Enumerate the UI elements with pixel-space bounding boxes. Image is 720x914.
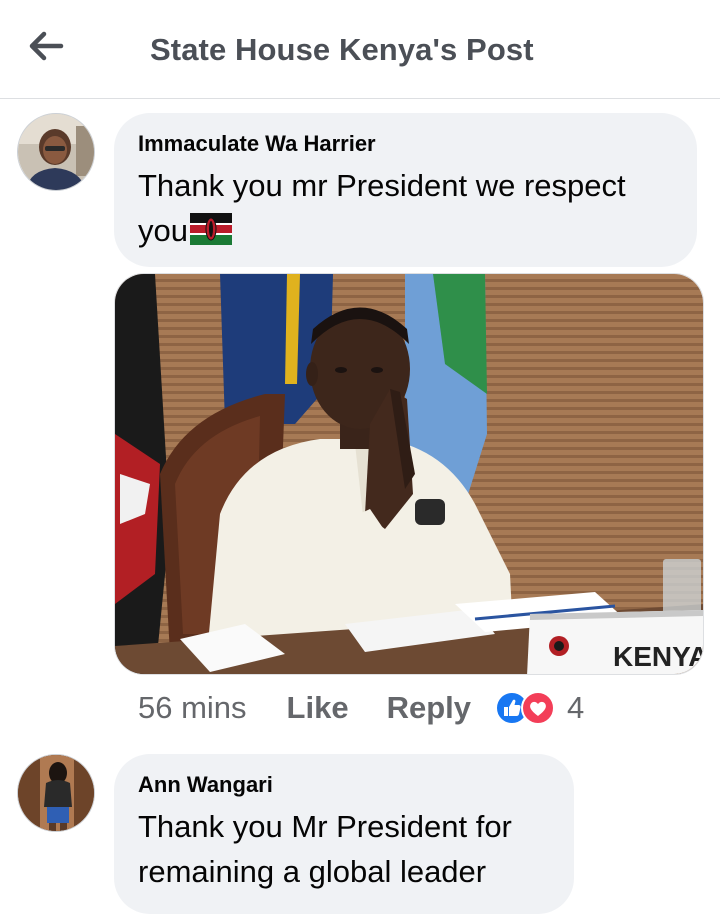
- comment-text-line: Thank you Mr President for: [138, 809, 512, 844]
- back-button[interactable]: [26, 26, 66, 66]
- comment-text-line: remaining a global leader: [138, 854, 487, 889]
- name-plate-text: KENYA: [613, 641, 704, 672]
- like-button[interactable]: Like: [287, 690, 349, 726]
- kenya-flag-icon: [189, 213, 232, 245]
- comment-text: Thank you mr President we respect you: [138, 163, 673, 253]
- comment-text-line: Thank you mr President we respect: [138, 168, 626, 203]
- reaction-count: 4: [567, 690, 585, 725]
- comment-text-line: you: [138, 213, 188, 248]
- comment-author[interactable]: Ann Wangari: [138, 772, 550, 798]
- comment-bubble: Ann Wangari Thank you Mr President for r…: [114, 754, 574, 914]
- avatar[interactable]: [17, 113, 95, 191]
- reply-button[interactable]: Reply: [387, 690, 471, 726]
- comment-bubble: Immaculate Wa Harrier Thank you mr Presi…: [114, 113, 697, 267]
- comment-actions: 56 mins Like Reply 4: [138, 688, 584, 728]
- avatar[interactable]: [17, 754, 95, 832]
- love-reaction-icon: [521, 691, 555, 725]
- comment-author[interactable]: Immaculate Wa Harrier: [138, 131, 673, 157]
- comment-photo[interactable]: KENYA: [114, 273, 704, 675]
- comment-timestamp[interactable]: 56 mins: [138, 690, 247, 726]
- page-title: State House Kenya's Post: [150, 32, 534, 67]
- reactions-summary[interactable]: 4: [495, 690, 584, 726]
- arrow-left-icon: [29, 31, 64, 61]
- top-bar: State House Kenya's Post: [0, 0, 720, 99]
